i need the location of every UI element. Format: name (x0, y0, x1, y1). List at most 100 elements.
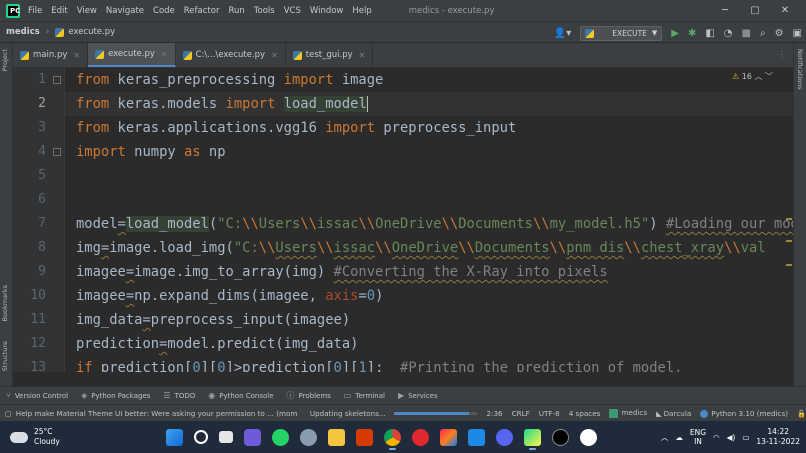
battery-icon[interactable]: ▭ (742, 433, 749, 442)
project-widget[interactable]: medics (609, 408, 647, 418)
store-icon[interactable] (468, 428, 485, 446)
interpreter-label: Python 3.10 (medics) (711, 408, 789, 418)
interpreter-widget[interactable]: Python 3.10 (medics) (700, 409, 788, 418)
run-configuration-select[interactable]: EXECUTE ▼ (580, 25, 663, 41)
close-icon[interactable]: ✕ (271, 51, 278, 60)
user-icon[interactable]: 👤▾ (554, 28, 571, 39)
file-encoding[interactable]: UTF-8 (539, 409, 560, 418)
python-file-icon (55, 27, 65, 37)
task-view-icon[interactable] (219, 431, 233, 443)
weather-widget[interactable]: 25°C Cloudy (10, 427, 160, 447)
caret-position[interactable]: 2:36 (486, 409, 502, 418)
stop-icon[interactable]: ■ (742, 28, 751, 39)
indent-setting[interactable]: 4 spaces (569, 409, 601, 418)
warning-marker[interactable] (786, 264, 792, 266)
lock-icon[interactable]: 🔓 (797, 409, 806, 418)
fold-icon[interactable] (53, 76, 61, 84)
editor-tab-bar: main.py ✕ execute.py ✕ C:\...\execute.py… (13, 43, 793, 68)
wifi-icon[interactable]: ◠ (713, 433, 720, 442)
gear-icon[interactable]: ⚙ (775, 28, 784, 39)
menu-tools[interactable]: Tools (254, 6, 275, 16)
chevron-up-icon[interactable]: ︿ (754, 72, 762, 81)
line-separator[interactable]: CRLF (512, 409, 530, 418)
structure-tool-label[interactable]: Structure (1, 341, 9, 371)
search-icon[interactable]: ⌕ (760, 28, 766, 39)
code-line-2: from keras.models import load_model (76, 96, 368, 112)
clock[interactable]: 14:22 13-11-2022 (756, 427, 800, 447)
intellij-icon[interactable] (440, 428, 457, 446)
menu-navigate[interactable]: Navigate (106, 6, 144, 16)
close-icon[interactable]: ✕ (73, 51, 80, 60)
progress-fill (393, 411, 470, 415)
window-title: medics - execute.py (408, 5, 495, 16)
file-explorer-icon[interactable] (328, 428, 345, 446)
coverage-icon[interactable]: ◧ (705, 28, 714, 39)
bookmarks-tool-label[interactable]: Bookmarks (1, 285, 9, 321)
pycharm-icon[interactable] (524, 428, 541, 450)
tool-python-packages[interactable]: ◈ Python Packages (81, 391, 150, 400)
settings-icon[interactable] (300, 428, 317, 446)
close-button[interactable]: ✕ (770, 5, 800, 16)
tab-execute[interactable]: execute.py ✕ (88, 43, 176, 67)
office-icon[interactable] (356, 428, 373, 446)
theme-widget[interactable]: ◣ Darcula (656, 409, 691, 418)
menu-window[interactable]: Window (310, 6, 344, 16)
background-task-label[interactable]: Updating skeletons... (310, 409, 386, 418)
menu-view[interactable]: View (77, 6, 97, 16)
close-icon[interactable]: ✕ (161, 50, 168, 59)
editor-scrollbar[interactable] (784, 68, 793, 372)
chevron-down-icon[interactable]: ﹀ (765, 72, 773, 81)
chrome-icon[interactable] (384, 428, 401, 450)
warning-marker[interactable] (786, 218, 792, 220)
tab-overflow-menu[interactable]: ⋮ (771, 43, 794, 67)
tab-test-gui[interactable]: test_gui.py ✕ (286, 43, 374, 67)
tool-services[interactable]: ▶ Services (398, 391, 438, 400)
notifications-tool-label[interactable]: Notifications (796, 49, 804, 90)
fold-icon[interactable] (53, 148, 61, 156)
github-icon[interactable] (580, 428, 597, 446)
teams-chat-icon[interactable] (244, 428, 261, 446)
menu-code[interactable]: Code (153, 6, 175, 16)
media-icon[interactable] (552, 428, 569, 446)
breadcrumb-project[interactable]: medics (6, 27, 40, 37)
profile-icon[interactable]: ◔ (724, 28, 733, 39)
code-editor[interactable]: 1 2 3 4 5 6 7 8 9 10 11 12 13 from keras… (13, 68, 793, 372)
menu-vcs[interactable]: VCS (284, 6, 301, 16)
chevron-up-icon[interactable]: ︿ (661, 432, 669, 443)
tab-main[interactable]: main.py ✕ (13, 43, 89, 67)
run-icon[interactable]: ▶ (671, 28, 679, 39)
warning-marker[interactable] (786, 240, 792, 242)
breadcrumb-file[interactable]: execute.py (68, 27, 115, 37)
menu-refactor[interactable]: Refactor (184, 6, 220, 16)
menu-file[interactable]: File (28, 6, 42, 16)
onedrive-icon[interactable]: ☁ (675, 433, 683, 442)
tab-execute-other[interactable]: C:\...\execute.py ✕ (176, 43, 286, 67)
python-file-icon (182, 50, 192, 60)
warning-icon: ⚠ (732, 72, 740, 81)
language-indicator[interactable]: ENG IN (690, 428, 706, 446)
pycharm-logo-icon[interactable]: PC (6, 3, 20, 18)
tool-version-control[interactable]: ⑂ Version Control (6, 391, 68, 400)
tool-window-bar: ⑂ Version Control ◈ Python Packages ☰ TODO … (0, 386, 806, 404)
menu-help[interactable]: Help (352, 6, 371, 16)
windows-start-icon[interactable] (166, 428, 183, 446)
search-icon[interactable] (194, 430, 208, 444)
maximize-button[interactable]: ▢ (740, 5, 770, 16)
toolbox-icon[interactable]: ▣ (793, 28, 802, 39)
opera-icon[interactable] (412, 428, 429, 446)
tool-problems[interactable]: ⓘ Problems (287, 390, 331, 401)
menu-edit[interactable]: Edit (51, 6, 67, 16)
status-message[interactable]: Help make Material Theme UI better: Were… (16, 409, 297, 418)
tool-terminal[interactable]: ▭ Terminal (344, 391, 385, 400)
minimize-button[interactable]: ─ (710, 5, 740, 16)
tool-todo[interactable]: ☰ TODO (163, 391, 195, 400)
menu-run[interactable]: Run (228, 6, 244, 16)
project-tool-label[interactable]: Project (1, 49, 9, 71)
whatsapp-icon[interactable] (272, 428, 289, 446)
close-icon[interactable]: ✕ (359, 51, 366, 60)
discord-icon[interactable] (496, 428, 513, 446)
volume-icon[interactable]: ◀) (727, 433, 736, 442)
tool-python-console[interactable]: ◉ Python Console (208, 391, 273, 400)
debug-icon[interactable]: ✱ (688, 28, 696, 39)
inspection-widget[interactable]: ⚠ 16 ︿ ﹀ (732, 71, 773, 82)
